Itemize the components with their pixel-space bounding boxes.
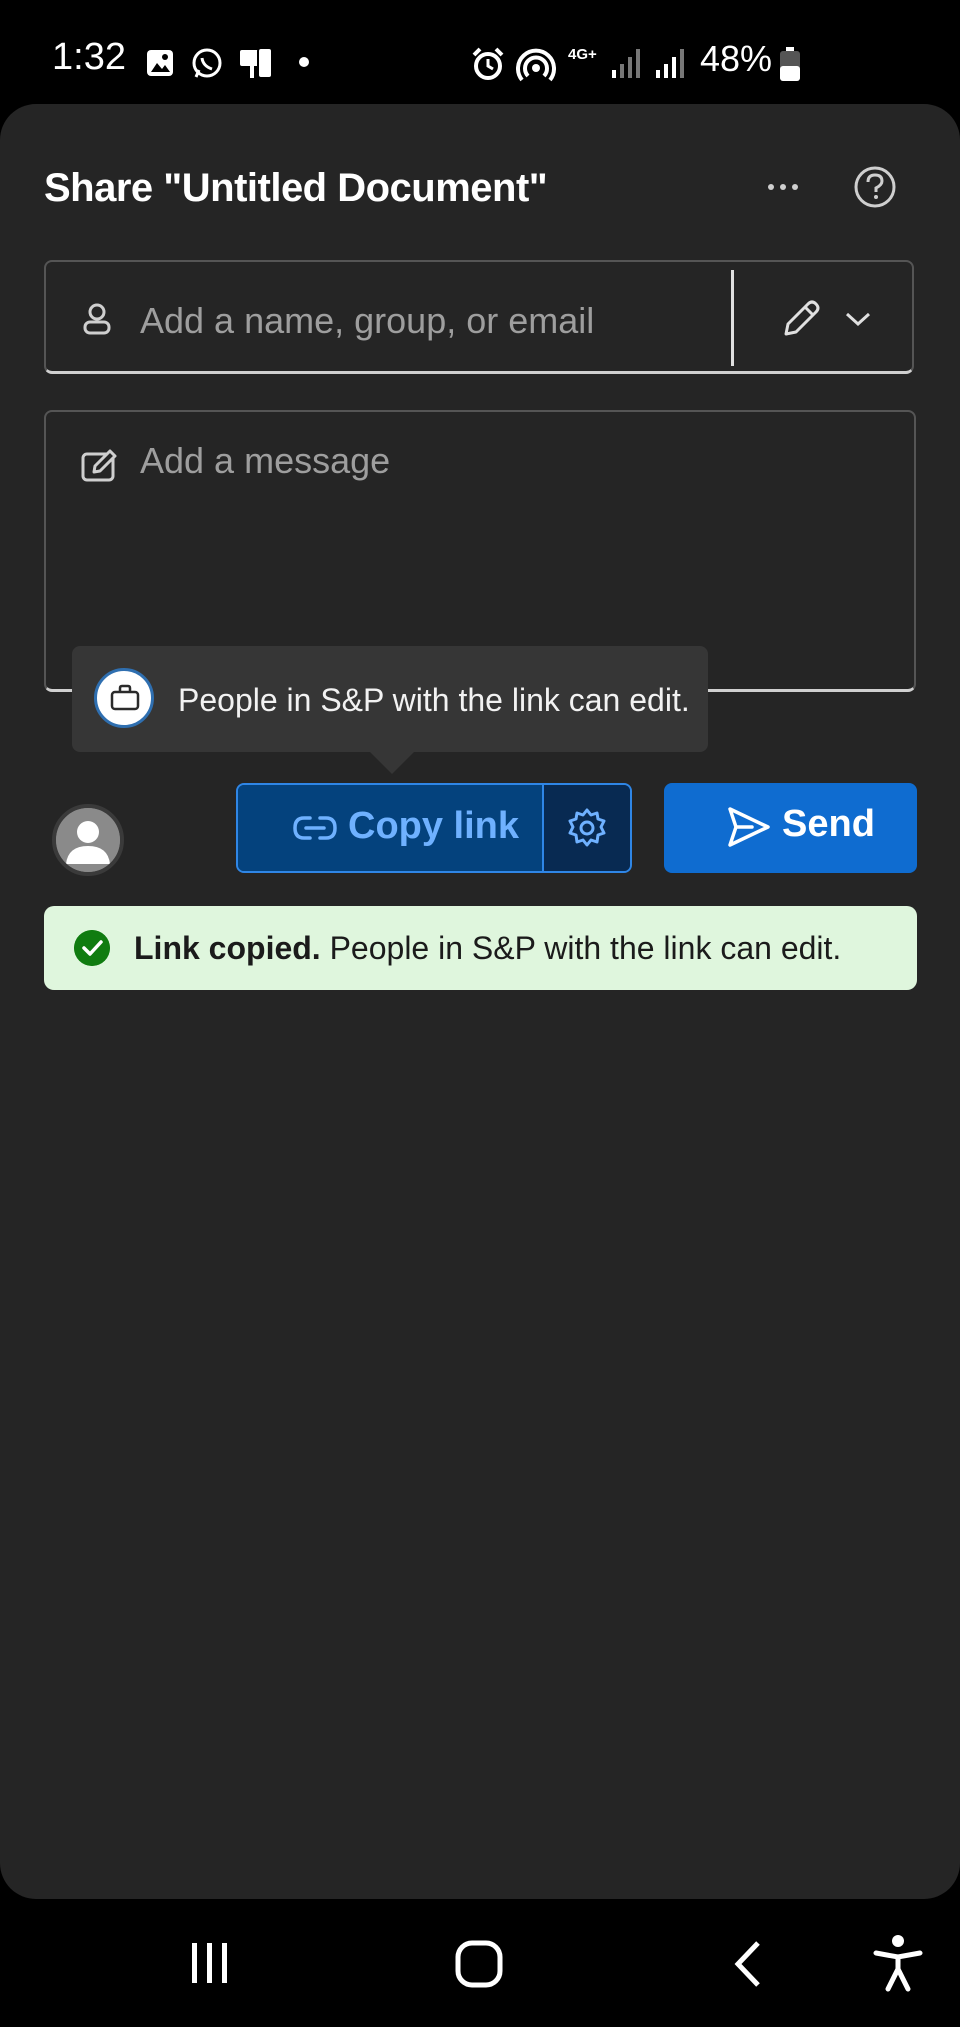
- message-placeholder: Add a message: [140, 440, 391, 481]
- chevron-down-icon: [845, 312, 871, 327]
- tooltip-arrow: [370, 752, 414, 774]
- help-icon[interactable]: [852, 164, 898, 210]
- send-label: Send: [782, 803, 875, 845]
- field-divider: [731, 270, 734, 366]
- avatar-icon[interactable]: [52, 804, 124, 876]
- copy-link-group: Copy link: [236, 783, 632, 873]
- toast-bold: Link copied.: [134, 930, 321, 966]
- checkmark-circle-icon: [74, 930, 110, 966]
- more-icon[interactable]: [758, 162, 808, 212]
- send-button[interactable]: Send: [664, 783, 917, 873]
- send-icon: [728, 807, 770, 847]
- person-icon: [83, 303, 111, 335]
- battery-icon: [780, 47, 800, 81]
- alarm-icon: [472, 47, 504, 80]
- signal-icon: [656, 49, 684, 78]
- tooltip-text: People in S&P with the link can edit.: [178, 682, 690, 718]
- people-picker-field[interactable]: Add a name, group, or email: [44, 260, 914, 374]
- permission-dropdown[interactable]: [746, 262, 914, 372]
- accessibility-icon[interactable]: [872, 1933, 924, 1993]
- link-icon: [293, 816, 337, 840]
- briefcase-icon: [94, 668, 154, 728]
- status-bar: 1:32 4G+ 48%: [0, 0, 960, 105]
- dot-icon: [299, 57, 309, 67]
- battery-percent: 48%: [700, 38, 773, 79]
- copy-link-label: Copy link: [348, 805, 520, 847]
- home-icon[interactable]: [454, 1939, 504, 1989]
- link-settings-button[interactable]: [544, 785, 630, 871]
- signal-icon: [612, 49, 640, 78]
- toast-text: Link copied. People in S&P with the link…: [134, 930, 841, 967]
- dialog-title: Share "Untitled Document": [44, 166, 548, 210]
- image-icon: [147, 50, 173, 76]
- pencil-icon: [784, 300, 820, 336]
- status-time: 1:32: [52, 36, 126, 78]
- copy-link-button[interactable]: Copy link: [238, 785, 542, 871]
- navigation-bar: [0, 1899, 960, 2027]
- recents-icon[interactable]: [186, 1939, 234, 1987]
- link-scope-tooltip: People in S&P with the link can edit.: [72, 646, 708, 752]
- edit-note-icon: [81, 449, 117, 482]
- toast-message: People in S&P with the link can edit.: [320, 930, 842, 966]
- hotspot-icon: [516, 48, 556, 82]
- link-copied-toast: Link copied. People in S&P with the link…: [44, 906, 917, 990]
- whatsapp-icon: [192, 48, 222, 78]
- gear-icon: [568, 808, 606, 847]
- people-picker-placeholder: Add a name, group, or email: [140, 300, 595, 341]
- screen-mirror-icon: [240, 47, 273, 79]
- back-icon[interactable]: [730, 1939, 764, 1989]
- network-type: 4G+: [568, 46, 597, 63]
